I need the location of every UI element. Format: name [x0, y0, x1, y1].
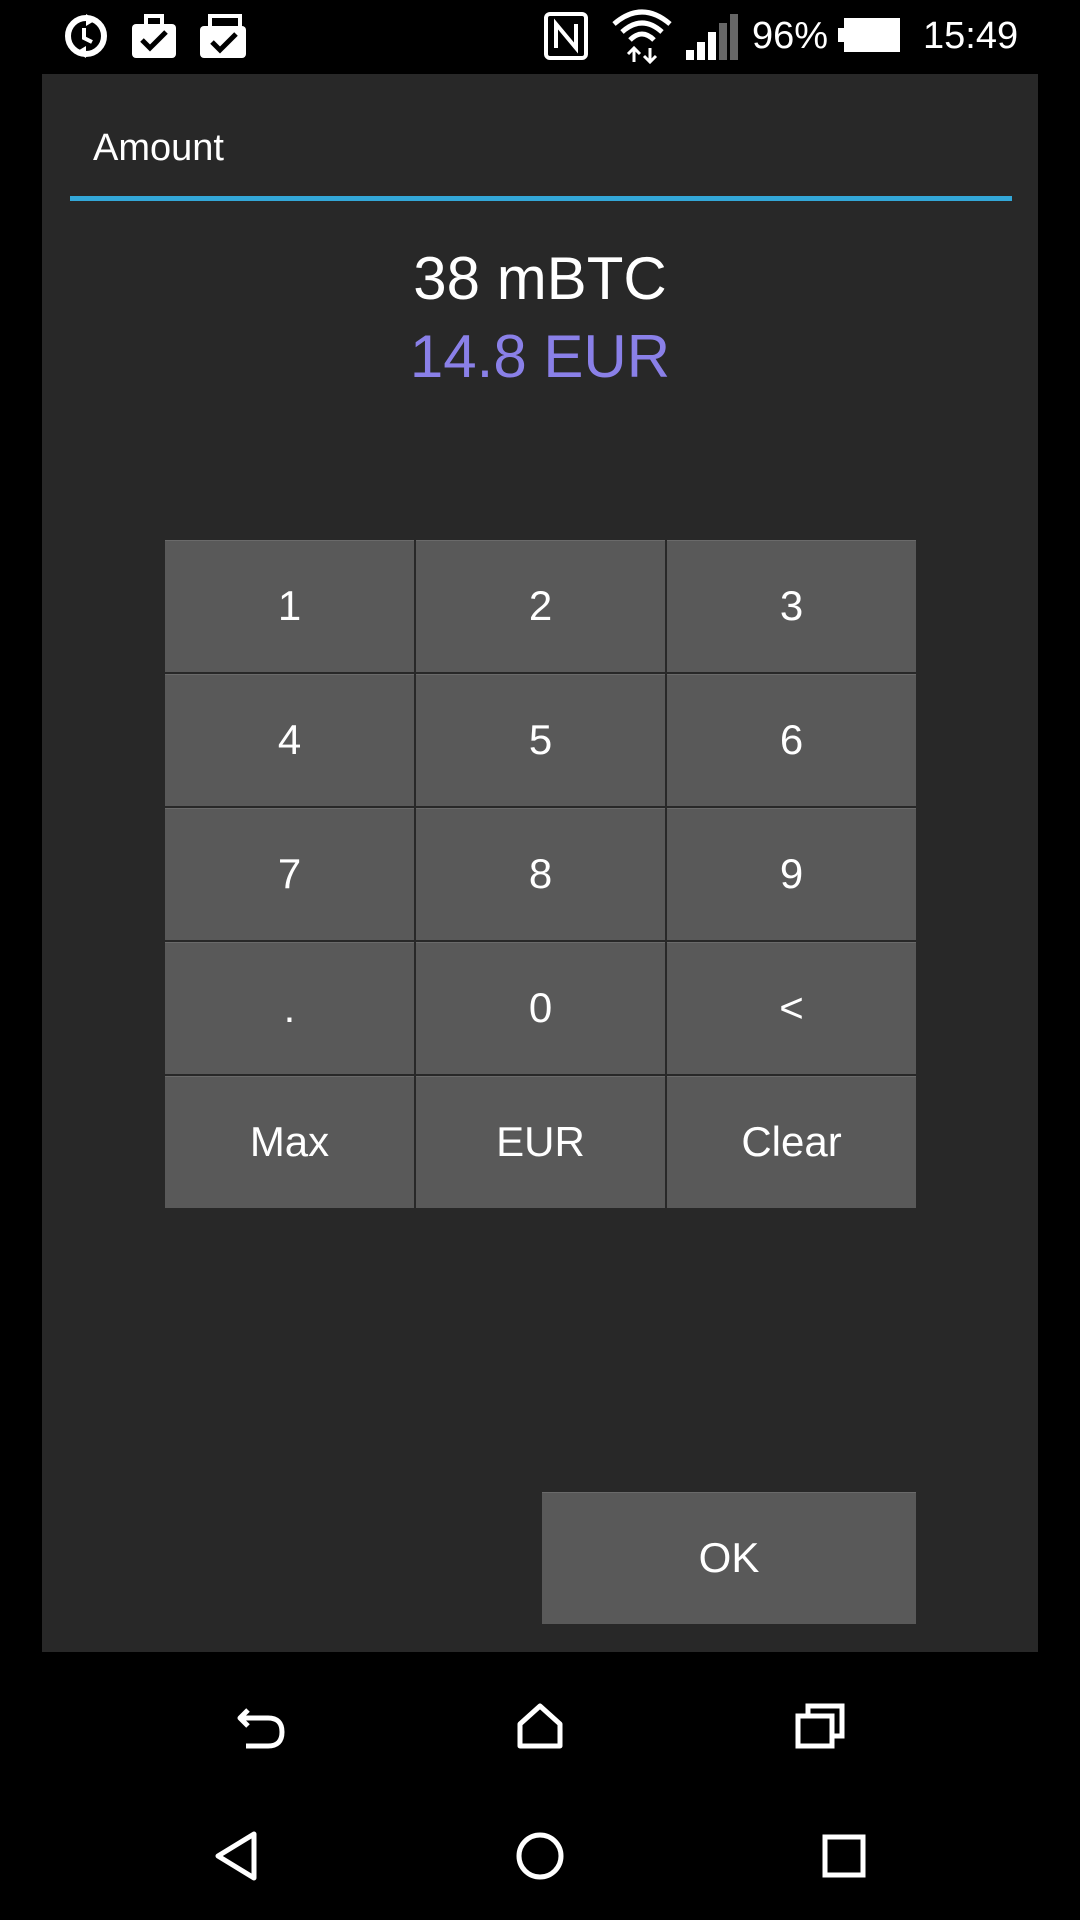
- back-icon[interactable]: [212, 1676, 312, 1776]
- keypad: 1 2 3 4 5 6 7 8 9 . 0 < Max EUR Clear: [165, 540, 916, 1212]
- key-1[interactable]: 1: [165, 540, 414, 672]
- status-bar: 96% 15:49: [0, 0, 1080, 72]
- key-8[interactable]: 8: [416, 808, 665, 940]
- home-circle-icon[interactable]: [490, 1806, 590, 1906]
- amount-primary: 38 mBTC: [413, 245, 667, 312]
- amount-secondary: 14.8 EUR: [409, 323, 671, 390]
- key-7[interactable]: 7: [165, 808, 414, 940]
- key-2[interactable]: 2: [416, 540, 665, 672]
- key-4[interactable]: 4: [165, 674, 414, 806]
- key-6[interactable]: 6: [667, 674, 916, 806]
- sync-icon: [65, 14, 107, 58]
- key-5[interactable]: 5: [416, 674, 665, 806]
- battery-icon: [838, 18, 900, 52]
- clipboard-check-icon: [200, 14, 246, 58]
- signal-icon: [686, 14, 738, 60]
- ok-button[interactable]: OK: [542, 1492, 916, 1624]
- recents-square-icon[interactable]: [794, 1806, 894, 1906]
- nfc-icon: [544, 12, 588, 60]
- key-backspace[interactable]: <: [667, 942, 916, 1074]
- dialog-title: Amount: [93, 127, 224, 169]
- wifi-icon: [612, 9, 672, 64]
- amount-dialog: Amount 38 mBTC 14.8 EUR 1 2 3 4 5 6 7 8 …: [42, 74, 1038, 1652]
- home-icon[interactable]: [490, 1676, 590, 1776]
- key-0[interactable]: 0: [416, 942, 665, 1074]
- max-button[interactable]: Max: [165, 1076, 414, 1208]
- clock: 15:49: [923, 15, 1019, 57]
- screen: 96% 15:49 Amount 38 mBTC 14.8 EUR 1 2 3 …: [0, 0, 1080, 1920]
- key-9[interactable]: 9: [667, 808, 916, 940]
- briefcase-check-icon: [132, 14, 176, 58]
- nav-bar-top: [0, 1676, 1080, 1776]
- currency-toggle-button[interactable]: EUR: [416, 1076, 665, 1208]
- key-3[interactable]: 3: [667, 540, 916, 672]
- nav-bar-bottom: [0, 1806, 1080, 1906]
- recents-icon[interactable]: [770, 1676, 870, 1776]
- battery-percent: 96%: [752, 15, 829, 57]
- title-divider: [70, 196, 1012, 201]
- clear-button[interactable]: Clear: [667, 1076, 916, 1208]
- back-triangle-icon[interactable]: [186, 1806, 286, 1906]
- key-decimal[interactable]: .: [165, 942, 414, 1074]
